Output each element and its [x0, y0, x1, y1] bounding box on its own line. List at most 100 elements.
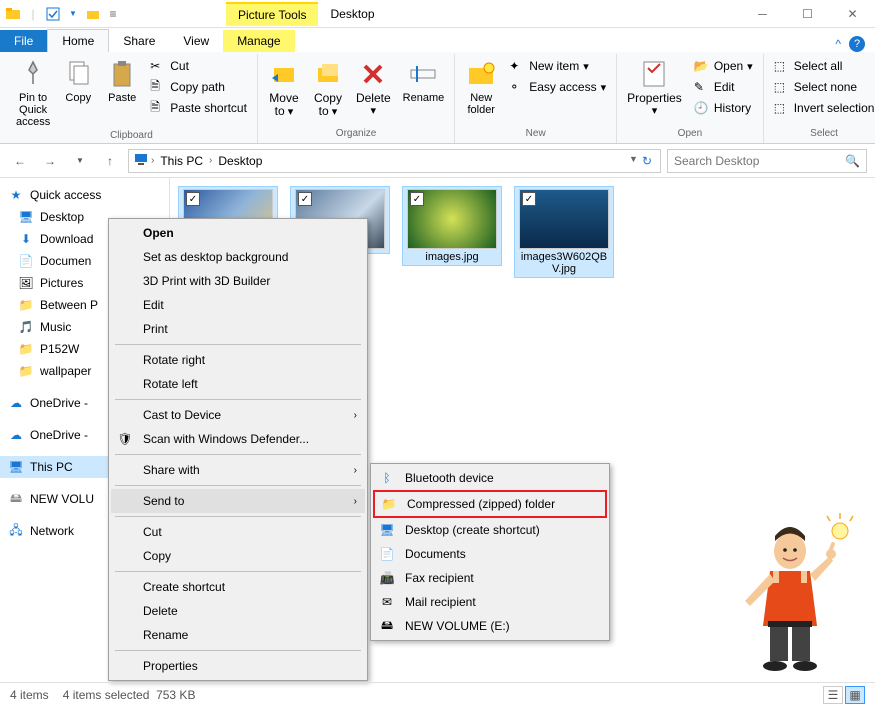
dropdown-icon[interactable]: ▼	[629, 154, 638, 168]
checkbox-icon[interactable]: ✓	[410, 192, 424, 206]
menu-copy[interactable]: Copy	[111, 544, 365, 568]
cut-button[interactable]: ✂Cut	[146, 56, 251, 76]
open-button[interactable]: 📂Open ▾	[690, 56, 757, 76]
checkbox-icon[interactable]: ✓	[298, 192, 312, 206]
close-button[interactable]: ✕	[830, 0, 875, 28]
menu-cast[interactable]: Cast to Device›	[111, 403, 365, 427]
menu-rename[interactable]: Rename	[111, 623, 365, 647]
chevron-right-icon: ›	[354, 410, 357, 421]
properties-icon	[638, 58, 670, 90]
back-button[interactable]: ←	[8, 149, 32, 173]
file-item[interactable]: ✓ images.jpg	[402, 186, 502, 266]
dropdown-icon[interactable]: ▼	[64, 5, 82, 23]
menu-set-background[interactable]: Set as desktop background	[111, 245, 365, 269]
delete-button[interactable]: Delete ▾	[352, 56, 395, 119]
window-title: Desktop	[330, 7, 374, 21]
sendto-bluetooth[interactable]: ᛒBluetooth device	[373, 466, 607, 490]
menu-rotate-right[interactable]: Rotate right	[111, 348, 365, 372]
menu-create-shortcut[interactable]: Create shortcut	[111, 575, 365, 599]
sendto-desktop[interactable]: 🖥Desktop (create shortcut)	[373, 518, 607, 542]
menu-open[interactable]: Open	[111, 221, 365, 245]
minimize-button[interactable]: ─	[740, 0, 785, 28]
maximize-button[interactable]: ☐	[785, 0, 830, 28]
breadcrumb-desktop[interactable]: Desktop	[214, 154, 266, 168]
properties-button[interactable]: Properties ▾	[623, 56, 686, 119]
copy-to-button[interactable]: Copy to ▾	[308, 56, 348, 120]
menu-send-to[interactable]: Send to›	[111, 489, 365, 513]
help-icon[interactable]: ?	[849, 36, 865, 52]
search-box[interactable]: 🔍	[667, 149, 867, 173]
pin-button[interactable]: Pin to Quick access	[12, 56, 54, 130]
menu-share-with[interactable]: Share with›	[111, 458, 365, 482]
pin-icon	[17, 58, 49, 90]
new-folder-button[interactable]: New folder	[461, 56, 501, 118]
paste-button[interactable]: Paste	[102, 56, 142, 106]
invert-icon: ⬚	[774, 100, 790, 116]
file-item[interactable]: ✓ images3W602QBV.jpg	[514, 186, 614, 278]
menu-rotate-left[interactable]: Rotate left	[111, 372, 365, 396]
icons-view-button[interactable]: ▦	[845, 686, 865, 704]
rename-button[interactable]: Rename	[399, 56, 449, 106]
breadcrumb[interactable]: › This PC › Desktop ▼ ↻	[128, 149, 661, 173]
edit-button[interactable]: ✎Edit	[690, 77, 757, 97]
sidebar-quick-access[interactable]: ★Quick access	[0, 184, 169, 206]
folder-small-icon[interactable]	[84, 5, 102, 23]
menu-3d-print[interactable]: 3D Print with 3D Builder	[111, 269, 365, 293]
collapse-icon[interactable]: ^	[835, 37, 841, 51]
sendto-documents[interactable]: 📄Documents	[373, 542, 607, 566]
ribbon-group-organize: Move to ▾ Copy to ▾ Delete ▾ Rename Orga…	[258, 54, 455, 143]
tab-home[interactable]: Home	[47, 29, 109, 52]
easy-access-button[interactable]: ⚬Easy access ▾	[505, 77, 610, 97]
paste-shortcut-button[interactable]: 🗎Paste shortcut	[146, 98, 251, 118]
tab-view[interactable]: View	[169, 30, 223, 52]
context-menu: Open Set as desktop background 3D Print …	[108, 218, 368, 681]
sendto-mail[interactable]: ✉Mail recipient	[373, 590, 607, 614]
item-count: 4 items	[10, 688, 49, 702]
mail-icon: ✉	[379, 594, 395, 610]
thumbnail: ✓	[519, 189, 609, 249]
network-icon: 🖧	[8, 523, 24, 539]
menu-print[interactable]: Print	[111, 317, 365, 341]
checkbox-icon[interactable]	[44, 5, 62, 23]
menu-edit[interactable]: Edit	[111, 293, 365, 317]
history-button[interactable]: 🕘History	[690, 98, 757, 118]
menu-delete[interactable]: Delete	[111, 599, 365, 623]
menu-cut[interactable]: Cut	[111, 520, 365, 544]
window-controls: ─ ☐ ✕	[740, 0, 875, 28]
menu-properties[interactable]: Properties	[111, 654, 365, 678]
forward-button[interactable]: →	[38, 149, 62, 173]
tab-manage[interactable]: Manage	[223, 30, 294, 52]
details-view-button[interactable]: ☰	[823, 686, 843, 704]
sendto-compressed[interactable]: 📁Compressed (zipped) folder	[373, 490, 607, 518]
checkbox-icon[interactable]: ✓	[186, 192, 200, 206]
move-to-button[interactable]: Move to ▾	[264, 56, 304, 120]
recent-dropdown[interactable]: ▼	[68, 149, 92, 173]
search-input[interactable]	[674, 154, 845, 168]
select-none-button[interactable]: ⬚Select none	[770, 77, 875, 97]
sendto-volume[interactable]: 🖴NEW VOLUME (E:)	[373, 614, 607, 638]
refresh-icon[interactable]: ↻	[642, 154, 652, 168]
copy-path-button[interactable]: 🗎Copy path	[146, 77, 251, 97]
rename-icon	[407, 58, 439, 90]
chevron-icon[interactable]: ›	[209, 155, 212, 166]
breadcrumb-this-pc[interactable]: This PC	[156, 154, 207, 168]
search-icon[interactable]: 🔍	[845, 154, 860, 168]
up-button[interactable]: ↑	[98, 149, 122, 173]
copy-button[interactable]: Copy	[58, 56, 98, 106]
paste-icon	[106, 58, 138, 90]
chevron-icon[interactable]: ›	[151, 155, 154, 166]
ribbon-group-new: New folder ✦New item ▾ ⚬Easy access ▾ Ne…	[455, 54, 617, 143]
menu-defender[interactable]: 🛡Scan with Windows Defender...	[111, 427, 365, 451]
sendto-fax[interactable]: 📠Fax recipient	[373, 566, 607, 590]
tab-share[interactable]: Share	[109, 30, 169, 52]
tab-file[interactable]: File	[0, 30, 47, 52]
move-icon	[268, 58, 300, 90]
invert-selection-button[interactable]: ⬚Invert selection	[770, 98, 875, 118]
select-all-button[interactable]: ⬚Select all	[770, 56, 875, 76]
new-item-button[interactable]: ✦New item ▾	[505, 56, 610, 76]
folder-icon[interactable]	[4, 5, 22, 23]
overflow-icon[interactable]: ≡	[104, 5, 122, 23]
select-none-icon: ⬚	[774, 79, 790, 95]
document-icon: 📄	[18, 253, 34, 269]
checkbox-icon[interactable]: ✓	[522, 192, 536, 206]
